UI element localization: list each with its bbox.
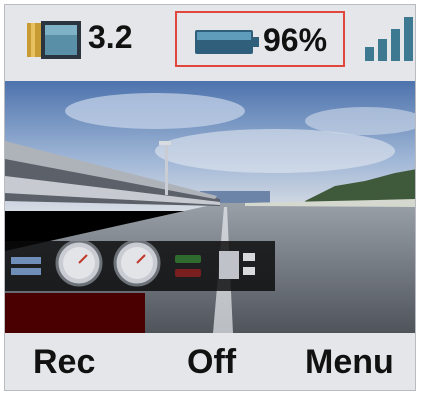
dashboard-hud — [5, 239, 275, 291]
battery-icon — [195, 30, 259, 54]
storage-value: 3.2 — [88, 19, 133, 55]
device-screen: 3.2 96% Rec Off Menu — [4, 4, 416, 391]
softkey-bar: Rec Off Menu — [5, 333, 415, 390]
menu-button[interactable]: Menu — [305, 343, 394, 382]
battery-percent: 96% — [263, 22, 328, 58]
gauge-cluster — [11, 239, 255, 287]
storage-card-icon — [27, 21, 81, 59]
battery-status: 96% — [175, 11, 345, 67]
rec-button[interactable]: Rec — [33, 343, 95, 382]
off-button[interactable]: Off — [187, 343, 236, 382]
recording-indicator — [5, 293, 145, 333]
signal-strength-icon — [365, 17, 413, 61]
camera-preview — [5, 81, 415, 333]
status-bar: 3.2 96% — [5, 5, 415, 81]
